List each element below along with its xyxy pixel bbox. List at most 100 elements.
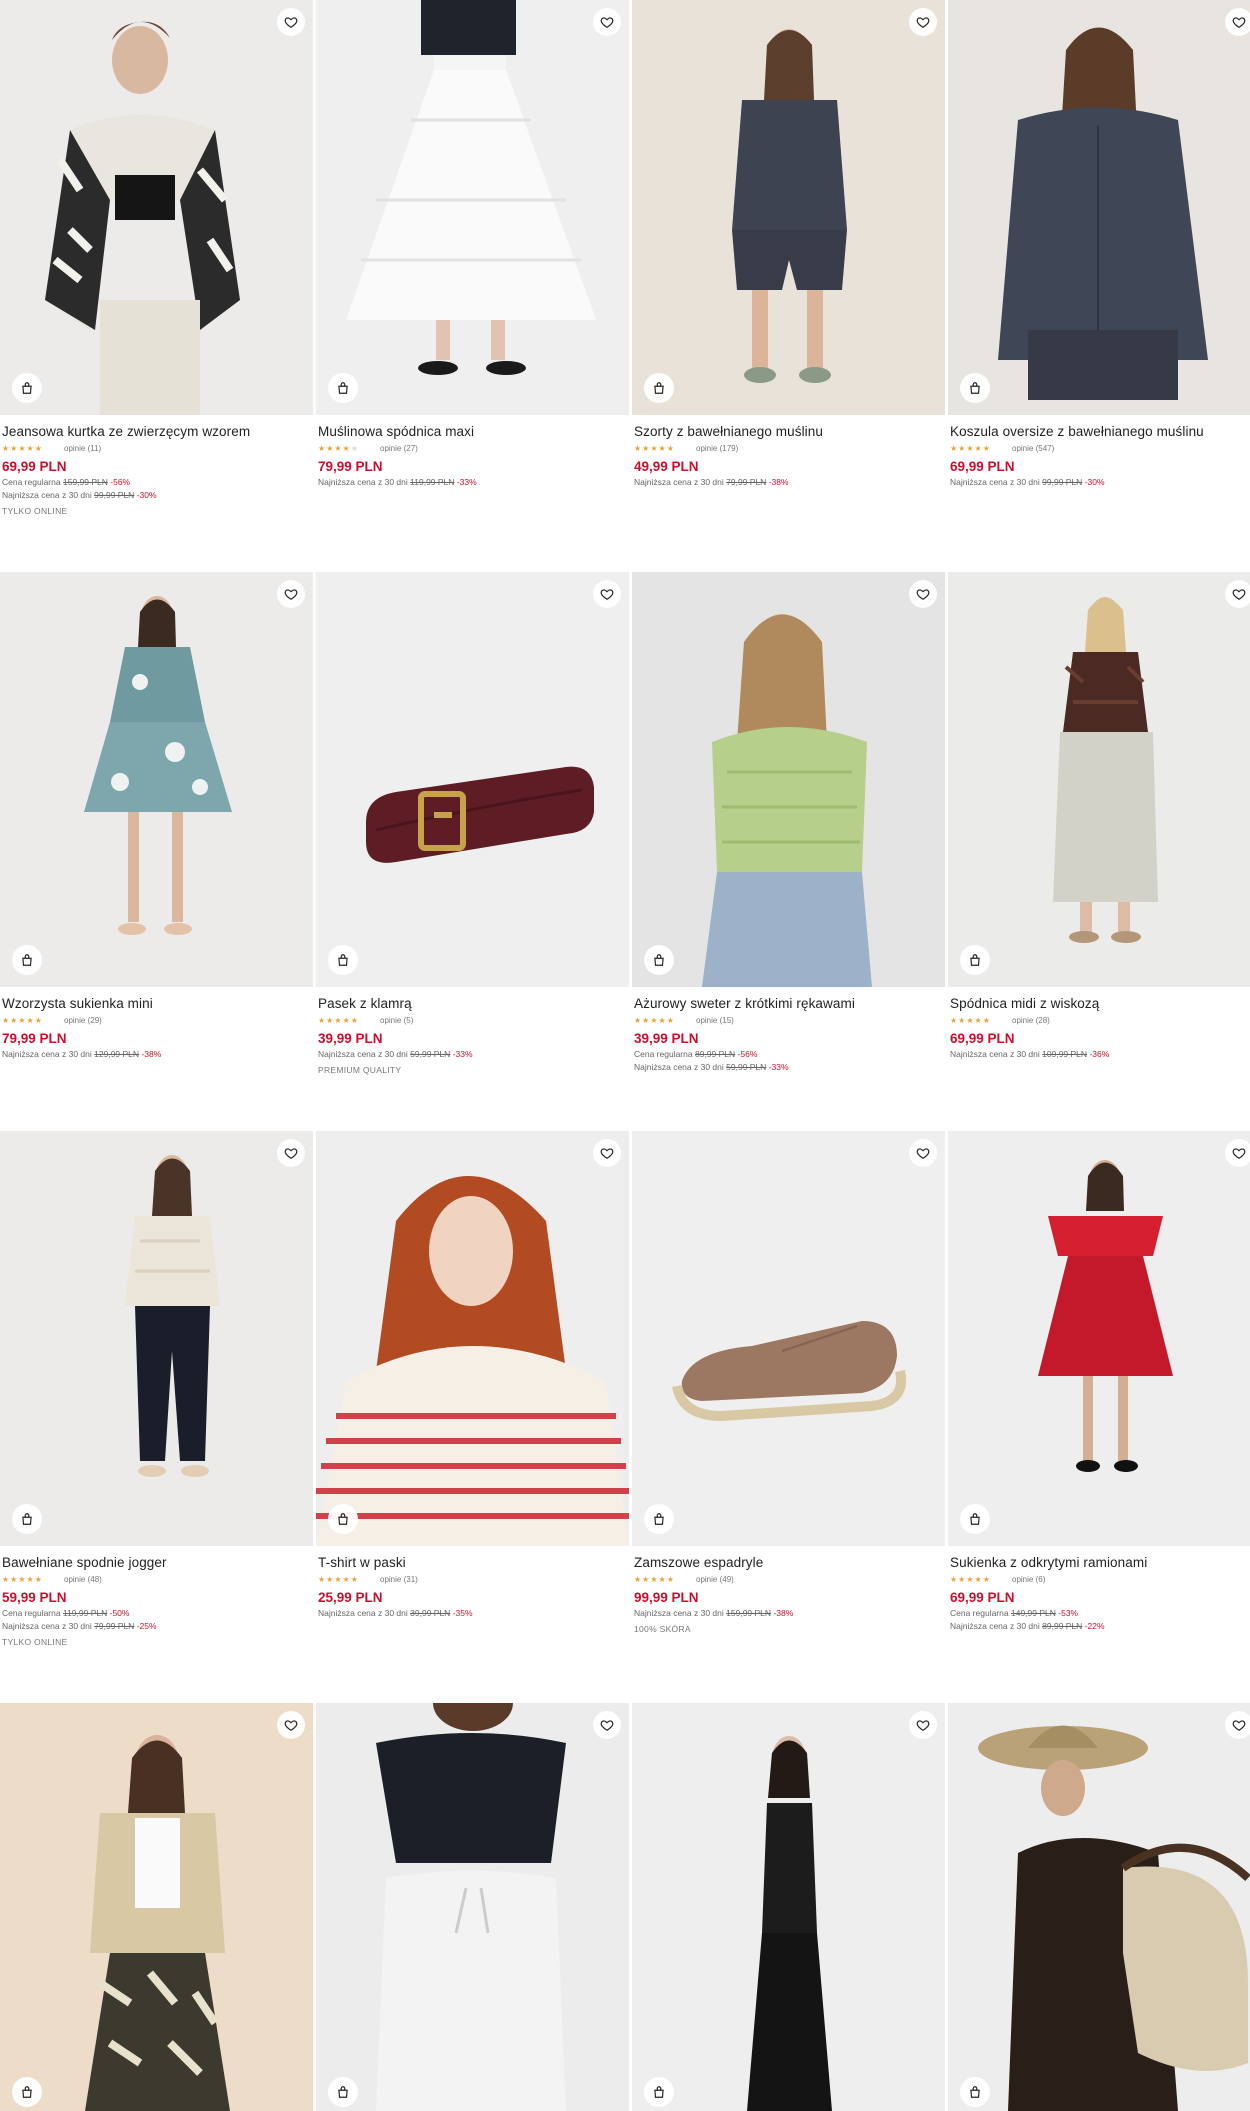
- price-label: Najniższa cena z 30 dni: [634, 1608, 724, 1618]
- review-count[interactable]: opinie (11): [64, 444, 101, 454]
- product-image[interactable]: [316, 1131, 629, 1546]
- add-to-favorites-button[interactable]: [909, 8, 937, 36]
- product-card[interactable]: [632, 1703, 945, 2111]
- product-card[interactable]: [948, 1703, 1250, 2111]
- product-image[interactable]: [316, 1703, 629, 2111]
- product-name[interactable]: Muślinowa spódnica maxi: [318, 423, 627, 440]
- add-to-cart-button[interactable]: [960, 2077, 990, 2107]
- review-count[interactable]: opinie (29): [64, 1016, 102, 1026]
- add-to-cart-button[interactable]: [644, 1504, 674, 1534]
- product-card[interactable]: Ażurowy sweter z krótkimi rękawami ★ ★ ★ ★ ★ o…: [632, 572, 945, 1073]
- product-image[interactable]: [948, 0, 1250, 415]
- product-name[interactable]: Pasek z klamrą: [318, 995, 627, 1012]
- add-to-favorites-button[interactable]: [909, 1711, 937, 1739]
- add-to-cart-button[interactable]: [644, 2077, 674, 2107]
- product-name[interactable]: T-shirt w paski: [318, 1554, 627, 1571]
- add-to-favorites-button[interactable]: [909, 580, 937, 608]
- add-to-favorites-button[interactable]: [593, 1139, 621, 1167]
- review-count[interactable]: opinie (179): [696, 444, 738, 454]
- product-card[interactable]: Zamszowe espadryle ★ ★ ★ ★ ★ opinie (49) 99,99 …: [632, 1131, 945, 1635]
- product-card[interactable]: Spódnica midi z wiskozą ★ ★ ★ ★ ★ opinie (28) 6…: [948, 572, 1250, 1060]
- add-to-cart-button[interactable]: [328, 2077, 358, 2107]
- product-photo: [948, 572, 1250, 987]
- product-image[interactable]: [0, 572, 313, 987]
- product-name[interactable]: Wzorzysta sukienka mini: [2, 995, 311, 1012]
- add-to-cart-button[interactable]: [328, 373, 358, 403]
- review-count[interactable]: opinie (6): [1012, 1575, 1045, 1585]
- product-rating: ★ ★ ★ ★ ★ opinie (11): [2, 443, 311, 454]
- add-to-favorites-button[interactable]: [593, 580, 621, 608]
- review-count[interactable]: opinie (28): [1012, 1016, 1050, 1026]
- add-to-favorites-button[interactable]: [1225, 1711, 1250, 1739]
- add-to-cart-button[interactable]: [644, 945, 674, 975]
- product-card[interactable]: Jeansowa kurtka ze zwierzęcym wzorem ★ ★ ★ ★…: [0, 0, 313, 517]
- product-card[interactable]: Koszula oversize z bawełnianego muślinu ★…: [948, 0, 1250, 488]
- product-name[interactable]: Zamszowe espadryle: [634, 1554, 943, 1571]
- add-to-cart-button[interactable]: [960, 373, 990, 403]
- add-to-cart-button[interactable]: [328, 1504, 358, 1534]
- product-image[interactable]: [948, 1131, 1250, 1546]
- shopping-bag-icon: [338, 2086, 348, 2098]
- star-icon: ★: [634, 1574, 642, 1584]
- add-to-favorites-button[interactable]: [1225, 1139, 1250, 1167]
- add-to-cart-button[interactable]: [12, 2077, 42, 2107]
- product-image[interactable]: [632, 0, 945, 415]
- review-count[interactable]: opinie (5): [380, 1016, 413, 1026]
- add-to-favorites-button[interactable]: [1225, 580, 1250, 608]
- product-card[interactable]: [0, 1703, 313, 2111]
- add-to-favorites-button[interactable]: [909, 1139, 937, 1167]
- review-count[interactable]: opinie (31): [380, 1575, 418, 1585]
- star-icon: ★: [342, 1015, 350, 1025]
- review-count[interactable]: opinie (547): [1012, 444, 1054, 454]
- product-image[interactable]: [632, 1131, 945, 1546]
- add-to-favorites-button[interactable]: [1225, 8, 1250, 36]
- add-to-favorites-button[interactable]: [277, 580, 305, 608]
- product-card[interactable]: [316, 1703, 629, 2111]
- product-card[interactable]: Wzorzysta sukienka mini ★ ★ ★ ★ ★ opinie (29) 7…: [0, 572, 313, 1060]
- product-name[interactable]: Ażurowy sweter z krótkimi rękawami: [634, 995, 943, 1012]
- add-to-cart-button[interactable]: [960, 945, 990, 975]
- add-to-favorites-button[interactable]: [277, 1711, 305, 1739]
- product-image[interactable]: [632, 1703, 945, 2111]
- add-to-cart-button[interactable]: [12, 373, 42, 403]
- product-name[interactable]: Koszula oversize z bawełnianego muślinu: [950, 423, 1250, 440]
- add-to-cart-button[interactable]: [328, 945, 358, 975]
- product-card[interactable]: Muślinowa spódnica maxi ★ ★ ★ ★ ★ opinie (27) 7…: [316, 0, 629, 488]
- product-name[interactable]: Szorty z bawełnianego muślinu: [634, 423, 943, 440]
- product-image[interactable]: [316, 0, 629, 415]
- product-name[interactable]: Bawełniane spodnie jogger: [2, 1554, 311, 1571]
- review-count[interactable]: opinie (49): [696, 1575, 734, 1585]
- product-card[interactable]: Sukienka z odkrytymi ramionami ★ ★ ★ ★ ★ opini…: [948, 1131, 1250, 1632]
- product-rating: ★ ★ ★ ★ ★ opinie (29): [2, 1015, 311, 1026]
- add-to-favorites-button[interactable]: [593, 8, 621, 36]
- discount-percent: -33%: [768, 1062, 789, 1072]
- star-icon: ★: [10, 1574, 18, 1584]
- add-to-cart-button[interactable]: [644, 373, 674, 403]
- add-to-cart-button[interactable]: [12, 945, 42, 975]
- product-image[interactable]: [948, 572, 1250, 987]
- product-image[interactable]: [0, 0, 313, 415]
- product-image[interactable]: [632, 572, 945, 987]
- add-to-favorites-button[interactable]: [277, 1139, 305, 1167]
- review-count[interactable]: opinie (48): [64, 1575, 102, 1585]
- product-image[interactable]: [0, 1131, 313, 1546]
- rating-stars: ★ ★ ★ ★ ★: [318, 444, 378, 454]
- product-image[interactable]: [316, 572, 629, 987]
- review-count[interactable]: opinie (27): [380, 444, 418, 454]
- product-card[interactable]: T-shirt w paski ★ ★ ★ ★ ★ opinie (31) 25,99 PLN…: [316, 1131, 629, 1619]
- product-card[interactable]: Szorty z bawełnianego muślinu ★ ★ ★ ★ ★ opinie…: [632, 0, 945, 488]
- product-name[interactable]: Spódnica midi z wiskozą: [950, 995, 1250, 1012]
- product-name[interactable]: Jeansowa kurtka ze zwierzęcym wzorem: [2, 423, 311, 440]
- review-count[interactable]: opinie (15): [696, 1016, 734, 1026]
- price-history-line: Najniższa cena z 30 dni 79,99 PLN -25%: [2, 1621, 311, 1632]
- product-card[interactable]: Pasek z klamrą ★ ★ ★ ★ ★ opinie (5) 39,99 PLN Na…: [316, 572, 629, 1076]
- product-image[interactable]: [948, 1703, 1250, 2111]
- add-to-favorites-button[interactable]: [277, 8, 305, 36]
- add-to-favorites-button[interactable]: [593, 1711, 621, 1739]
- add-to-cart-button[interactable]: [12, 1504, 42, 1534]
- add-to-cart-button[interactable]: [960, 1504, 990, 1534]
- star-icon: ★: [334, 1574, 342, 1584]
- product-name[interactable]: Sukienka z odkrytymi ramionami: [950, 1554, 1250, 1571]
- product-card[interactable]: Bawełniane spodnie jogger ★ ★ ★ ★ ★ opinie (48…: [0, 1131, 313, 1648]
- product-image[interactable]: [0, 1703, 313, 2111]
